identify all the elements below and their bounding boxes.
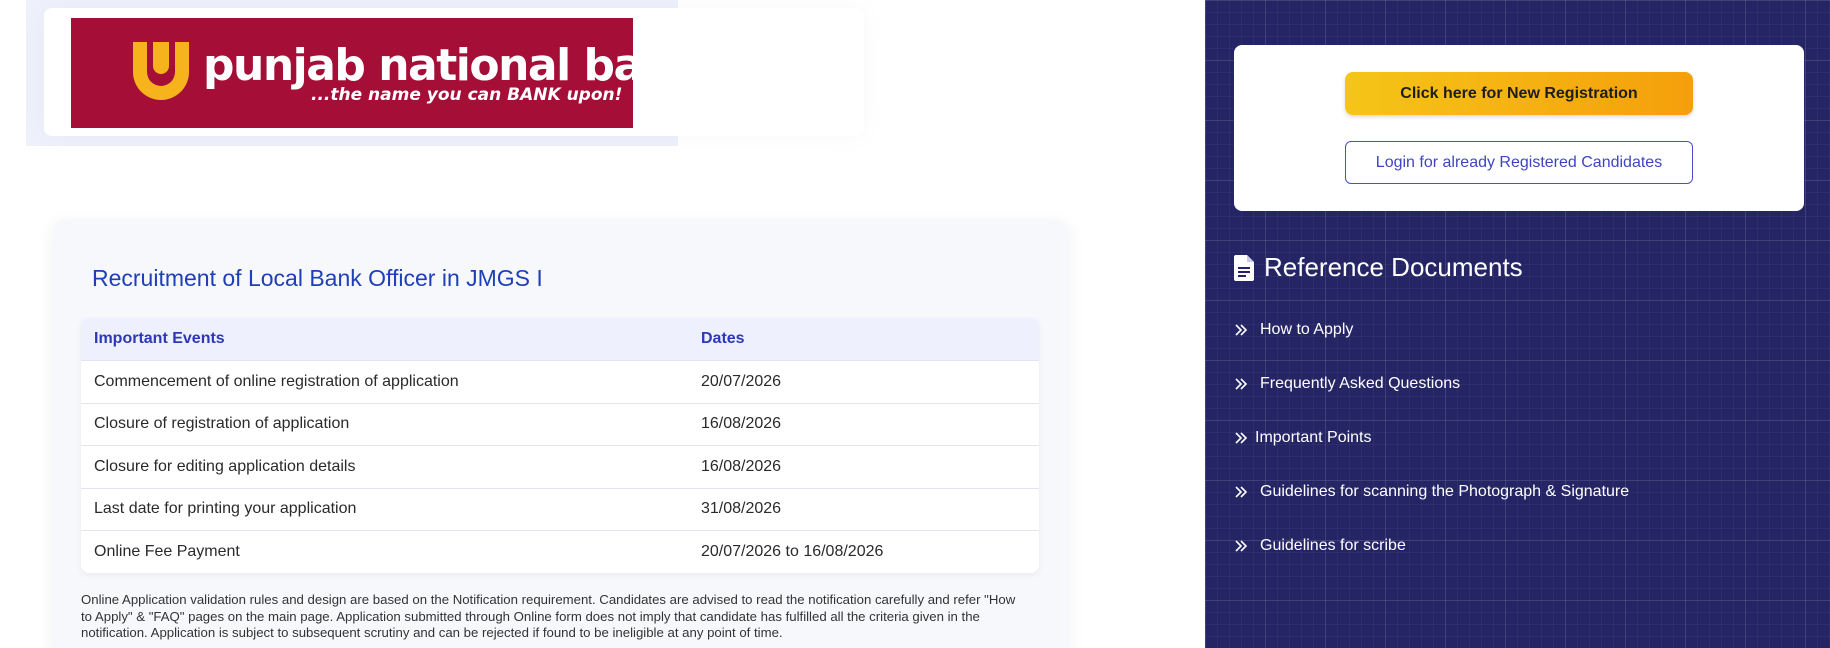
- reference-link-label: Guidelines for scanning the Photograph &…: [1260, 483, 1630, 500]
- date-cell: 20/07/2026 to 16/08/2026: [701, 542, 884, 560]
- event-cell: Closure of registration of application: [94, 415, 350, 433]
- table-row: Last date for printing your application …: [81, 487, 1039, 531]
- date-cell: 31/08/2026: [701, 500, 782, 518]
- important-events-table: Important Events Dates Commencement of o…: [81, 318, 1039, 573]
- date-cell: 16/08/2026: [701, 457, 782, 475]
- double-chevron-right-icon: [1234, 431, 1250, 445]
- reference-link-important-points[interactable]: Important Points: [1234, 411, 1629, 465]
- reference-documents-title: Reference Documents: [1264, 252, 1523, 282]
- table-row: Closure of registration of application 1…: [81, 402, 1039, 446]
- reference-link-label: Guidelines for scribe: [1260, 537, 1406, 554]
- event-cell: Closure for editing application details: [94, 457, 356, 475]
- event-cell: Commencement of online registration of a…: [94, 372, 459, 390]
- reference-link-label: Frequently Asked Questions: [1260, 375, 1461, 392]
- reference-documents-heading: Reference Documents: [1234, 252, 1523, 283]
- disclaimer-text: Online Application validation rules and …: [81, 592, 1016, 640]
- reference-link-scanning-guidelines[interactable]: Guidelines for scanning the Photograph &…: [1234, 465, 1629, 519]
- reference-link-label: Important Points: [1255, 429, 1372, 446]
- page-title: Recruitment of Local Bank Officer in JMG…: [92, 265, 543, 291]
- date-cell: 16/08/2026: [701, 415, 782, 433]
- double-chevron-right-icon: [1234, 485, 1250, 499]
- column-header-dates: Dates: [701, 330, 745, 347]
- column-header-events: Important Events: [94, 330, 225, 347]
- document-icon: [1234, 254, 1254, 281]
- bank-tagline: ...the name you can BANK upon!: [311, 85, 623, 105]
- main-content: punjab national bank ...the name you can…: [0, 0, 1205, 648]
- table-row: Commencement of online registration of a…: [81, 360, 1039, 403]
- table-row: Online Fee Payment 20/07/2026 to 16/08/2…: [81, 530, 1039, 573]
- double-chevron-right-icon: [1234, 377, 1250, 391]
- double-chevron-right-icon: [1234, 323, 1250, 337]
- recruitment-card: Recruitment of Local Bank Officer in JMG…: [54, 220, 1068, 648]
- table-row: Closure for editing application details …: [81, 445, 1039, 488]
- table-header-row: Important Events Dates: [81, 318, 1039, 360]
- date-cell: 20/07/2026: [701, 372, 782, 390]
- login-button[interactable]: Login for already Registered Candidates: [1345, 141, 1693, 184]
- bank-logo: punjab national bank ...the name you can…: [71, 18, 701, 128]
- double-chevron-right-icon: [1234, 539, 1250, 553]
- event-cell: Online Fee Payment: [94, 542, 240, 560]
- reference-link-scribe-guidelines[interactable]: Guidelines for scribe: [1234, 519, 1629, 573]
- sidebar: Click here for New Registration Login fo…: [1205, 0, 1830, 648]
- registration-card: Click here for New Registration Login fo…: [1234, 45, 1804, 211]
- event-cell: Last date for printing your application: [94, 500, 357, 518]
- reference-link-faq[interactable]: Frequently Asked Questions: [1234, 357, 1629, 411]
- reference-link-how-to-apply[interactable]: How to Apply: [1234, 303, 1629, 357]
- new-registration-button[interactable]: Click here for New Registration: [1345, 72, 1693, 115]
- reference-documents-list: How to Apply Frequently Asked Questions …: [1234, 303, 1629, 573]
- reference-link-label: How to Apply: [1260, 321, 1354, 338]
- bank-name: punjab national bank: [203, 40, 701, 91]
- pnb-logo-mark-icon: [133, 42, 189, 100]
